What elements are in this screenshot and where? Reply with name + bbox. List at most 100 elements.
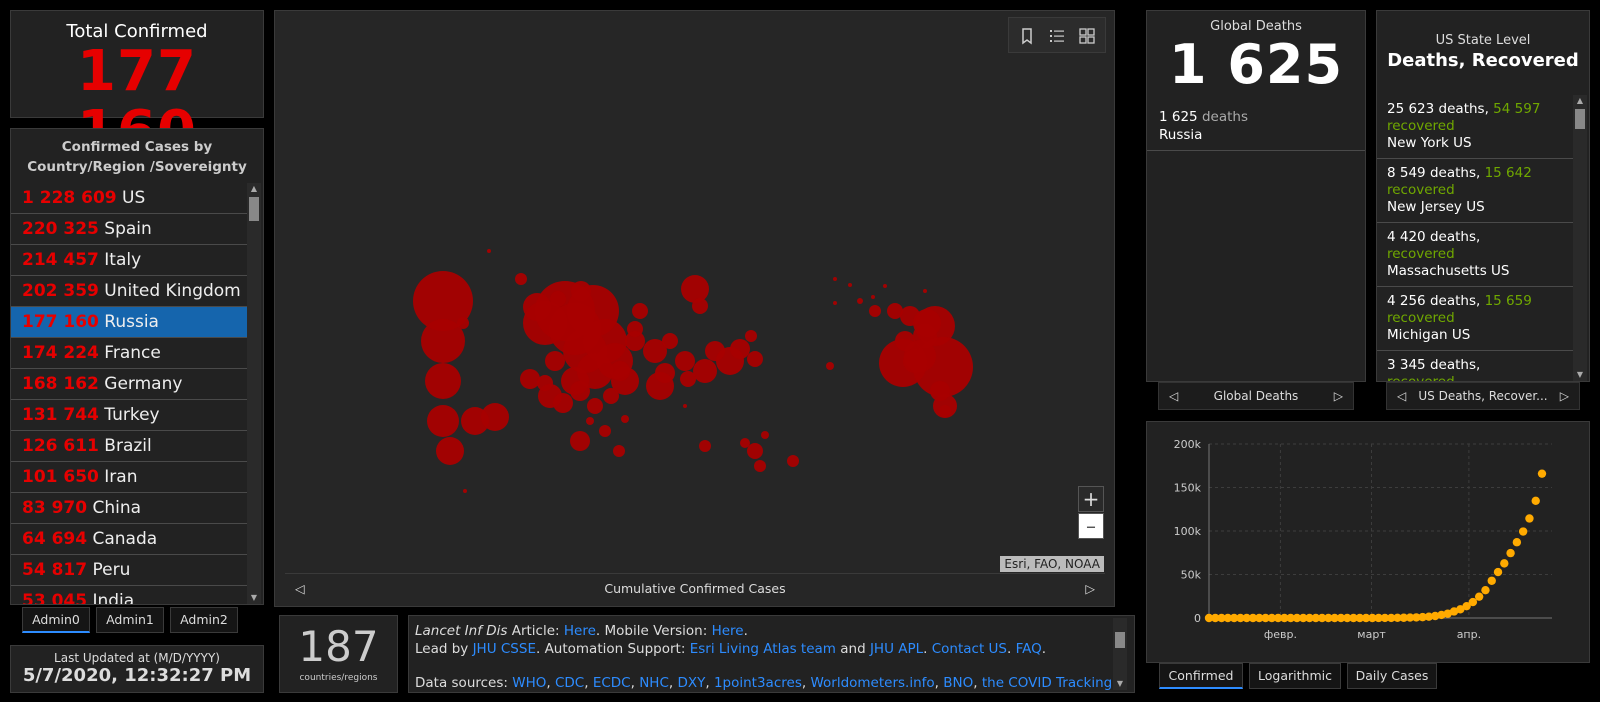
case-bubble[interactable] [436, 437, 464, 465]
case-bubble[interactable] [515, 273, 527, 285]
list-item[interactable]: 1 625 deaths Russia [1147, 96, 1365, 151]
case-bubble[interactable] [895, 331, 915, 351]
list-item[interactable]: 4 420 deaths, recovered Massachusetts US [1377, 223, 1573, 287]
case-bubble[interactable] [680, 371, 696, 387]
case-bubble[interactable] [833, 301, 837, 305]
case-bubble[interactable] [826, 362, 834, 370]
case-bubble[interactable] [570, 381, 590, 401]
chevron-left-icon[interactable]: ◁ [1397, 383, 1406, 409]
legend-list-icon[interactable] [1047, 26, 1067, 46]
zoom-out-button[interactable]: – [1078, 513, 1104, 539]
list-item[interactable]: 25 623 deaths, 54 597 recovered New York U… [1377, 95, 1573, 159]
case-bubble[interactable] [571, 281, 591, 301]
mobile-link[interactable]: Here [712, 623, 744, 639]
esri-link[interactable]: Esri Living Atlas team [690, 641, 836, 657]
tab-admin2[interactable]: Admin2 [170, 607, 238, 633]
case-bubble[interactable] [662, 333, 678, 349]
case-bubble[interactable] [787, 455, 799, 467]
case-bubble[interactable] [730, 339, 750, 359]
case-bubble[interactable] [425, 363, 461, 399]
country-row[interactable]: 174 224 France [11, 338, 247, 369]
source-link[interactable]: the COVID Tracking [982, 675, 1112, 691]
case-bubble[interactable] [599, 425, 611, 437]
case-bubble[interactable] [655, 363, 675, 383]
tab-daily-cases[interactable]: Daily Cases [1347, 663, 1437, 689]
case-bubble[interactable] [613, 445, 625, 457]
case-bubble[interactable] [520, 369, 540, 389]
country-row[interactable]: 168 162 Germany [11, 369, 247, 400]
country-row[interactable]: 131 744 Turkey [11, 400, 247, 431]
case-bubble[interactable] [487, 249, 491, 253]
source-link[interactable]: ECDC [593, 675, 631, 691]
source-link[interactable]: 1point3acres [714, 675, 802, 691]
tab-admin1[interactable]: Admin1 [96, 607, 164, 633]
country-row[interactable]: 101 650 Iran [11, 462, 247, 493]
scroll-down-icon[interactable]: ▼ [247, 592, 261, 604]
us-state-list[interactable]: 25 623 deaths, 54 597 recovered New York U… [1377, 95, 1573, 381]
case-bubble[interactable] [913, 309, 941, 337]
country-row[interactable]: 126 611 Brazil [11, 431, 247, 462]
case-bubble[interactable] [857, 298, 863, 304]
case-bubble[interactable] [681, 275, 709, 303]
scroll-up-icon[interactable]: ▲ [247, 183, 261, 195]
case-bubble[interactable] [627, 321, 643, 337]
case-bubble[interactable] [761, 431, 769, 439]
case-bubble[interactable] [586, 417, 594, 425]
source-link[interactable]: DXY [677, 675, 705, 691]
country-row[interactable]: 202 359 United Kingdom [11, 276, 247, 307]
source-link[interactable]: Worldometers.info [810, 675, 934, 691]
case-bubble[interactable] [745, 330, 757, 342]
case-bubble[interactable] [427, 405, 459, 437]
case-bubble[interactable] [675, 351, 695, 371]
scrollbar-thumb[interactable] [249, 197, 259, 221]
case-bubble[interactable] [833, 277, 837, 281]
info-scrollbar[interactable]: ▼ [1113, 618, 1127, 690]
country-list-scrollbar[interactable]: ▲ ▼ [247, 183, 261, 604]
case-bubble[interactable] [754, 460, 766, 472]
case-bubble[interactable] [869, 305, 881, 317]
case-bubble[interactable] [693, 359, 717, 383]
case-bubble[interactable] [848, 283, 852, 287]
contact-link[interactable]: Contact US [932, 641, 1007, 657]
chevron-right-icon[interactable]: ▷ [1560, 383, 1569, 409]
case-bubble[interactable] [699, 440, 711, 452]
source-link[interactable]: WHO [512, 675, 546, 691]
chevron-left-icon[interactable]: ◁ [295, 574, 305, 604]
basemap-gallery-icon[interactable] [1077, 26, 1097, 46]
map-panel[interactable]: + – Esri, FAO, NOAA ◁ Cumulative Confirm… [274, 10, 1115, 607]
map-bubbles[interactable] [275, 11, 1116, 571]
case-bubble[interactable] [692, 298, 708, 314]
case-bubble[interactable] [481, 403, 509, 431]
country-row[interactable]: 53 045 India [11, 586, 247, 604]
country-row[interactable]: 214 457 Italy [11, 245, 247, 276]
case-bubble[interactable] [457, 317, 469, 329]
case-bubble[interactable] [933, 394, 957, 418]
faq-link[interactable]: FAQ [1016, 641, 1042, 657]
country-row[interactable]: 1 228 609 US [11, 183, 247, 214]
case-bubble[interactable] [871, 295, 875, 299]
case-bubble[interactable] [550, 291, 566, 307]
source-link[interactable]: BNO [943, 675, 973, 691]
zoom-in-button[interactable]: + [1078, 486, 1104, 512]
tab-confirmed[interactable]: Confirmed [1159, 663, 1243, 689]
jhu-apl-link[interactable]: JHU APL [870, 641, 923, 657]
us-state-scrollbar[interactable]: ▲ ▼ [1573, 95, 1587, 381]
scroll-down-icon[interactable]: ▼ [1573, 369, 1587, 381]
chevron-left-icon[interactable]: ◁ [1169, 383, 1178, 409]
scrollbar-thumb[interactable] [1575, 109, 1585, 129]
country-row[interactable]: 177 160 Russia [11, 307, 247, 338]
case-bubble[interactable] [621, 415, 629, 423]
article-link[interactable]: Here [564, 623, 596, 639]
case-bubble[interactable] [610, 361, 630, 381]
case-bubble[interactable] [463, 489, 467, 493]
case-bubble[interactable] [570, 431, 590, 451]
case-bubble[interactable] [747, 443, 763, 459]
tab-logarithmic[interactable]: Logarithmic [1249, 663, 1341, 689]
source-link[interactable]: NHC [639, 675, 669, 691]
chevron-right-icon[interactable]: ▷ [1085, 574, 1095, 604]
case-bubble[interactable] [587, 398, 603, 414]
country-row[interactable]: 83 970 China [11, 493, 247, 524]
case-bubble[interactable] [603, 388, 619, 404]
case-bubble[interactable] [545, 351, 565, 371]
list-item[interactable]: 4 256 deaths, 15 659 recovered Michigan US [1377, 287, 1573, 351]
